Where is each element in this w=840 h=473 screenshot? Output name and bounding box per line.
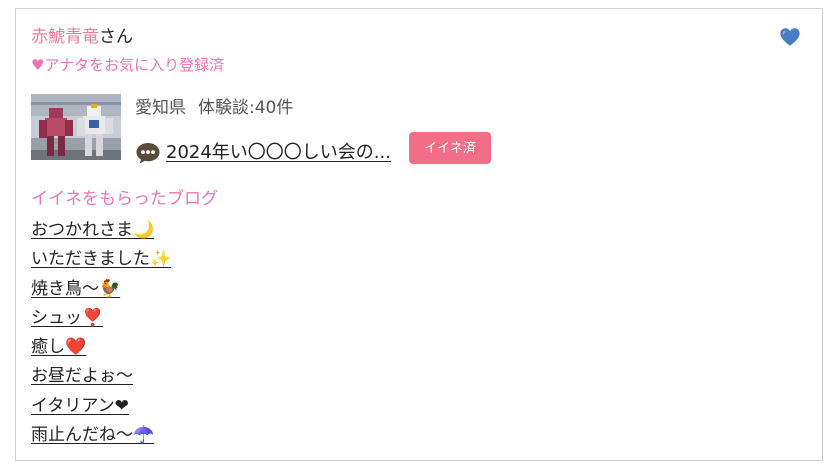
liked-blogs-heading: イイネをもらったブログ [31, 189, 218, 209]
honorific-label: さん [99, 27, 133, 47]
list-item: おつかれさま🌙 [31, 216, 171, 245]
user-header: 赤鯱青竜さん [31, 25, 133, 49]
prefecture-label: 愛知県 [135, 98, 186, 118]
profile-meta: 愛知県 体験談:40件 [135, 96, 293, 120]
profile-thumbnail-image[interactable] [31, 94, 121, 160]
list-item: 癒し❤️ [31, 333, 171, 362]
list-item: お昼だよぉ〜 [31, 362, 171, 391]
blog-link[interactable]: 癒し❤️ [31, 337, 86, 357]
iine-done-button[interactable]: イイネ済 [409, 132, 491, 164]
blue-heart-icon[interactable] [779, 26, 801, 48]
liked-blogs-list: おつかれさま🌙 いただきました✨ 焼き鳥〜🐓 シュッ❣️ 癒し❤️ お昼だよぉ〜… [31, 216, 171, 450]
user-name-link[interactable]: 赤鯱青竜 [31, 27, 99, 47]
user-card: 赤鯱青竜さん ♥アナタをお気に入り登録済 愛知県 体験談:40件 2024年い〇… [15, 8, 823, 461]
list-item: 焼き鳥〜🐓 [31, 275, 171, 304]
blog-link[interactable]: イタリアン❤ [31, 396, 129, 416]
list-item: 雨止んだね〜☂️ [31, 421, 171, 450]
favorite-status: ♥アナタをお気に入り登録済 [31, 56, 225, 74]
list-item: シュッ❣️ [31, 304, 171, 333]
latest-post-link[interactable]: 2024年い〇〇〇しい会の... [166, 141, 391, 165]
list-item: いただきました✨ [31, 245, 171, 274]
blog-link[interactable]: 雨止んだね〜☂️ [31, 425, 154, 445]
speech-bubble-icon [136, 143, 160, 164]
blog-link[interactable]: 焼き鳥〜🐓 [31, 279, 120, 299]
list-item: イタリアン❤ [31, 392, 171, 421]
blog-link[interactable]: おつかれさま🌙 [31, 220, 154, 240]
blog-link[interactable]: シュッ❣️ [31, 308, 103, 328]
experience-count: 体験談:40件 [198, 98, 294, 118]
blog-link[interactable]: お昼だよぉ〜 [31, 366, 133, 386]
blog-link[interactable]: いただきました✨ [31, 249, 171, 269]
